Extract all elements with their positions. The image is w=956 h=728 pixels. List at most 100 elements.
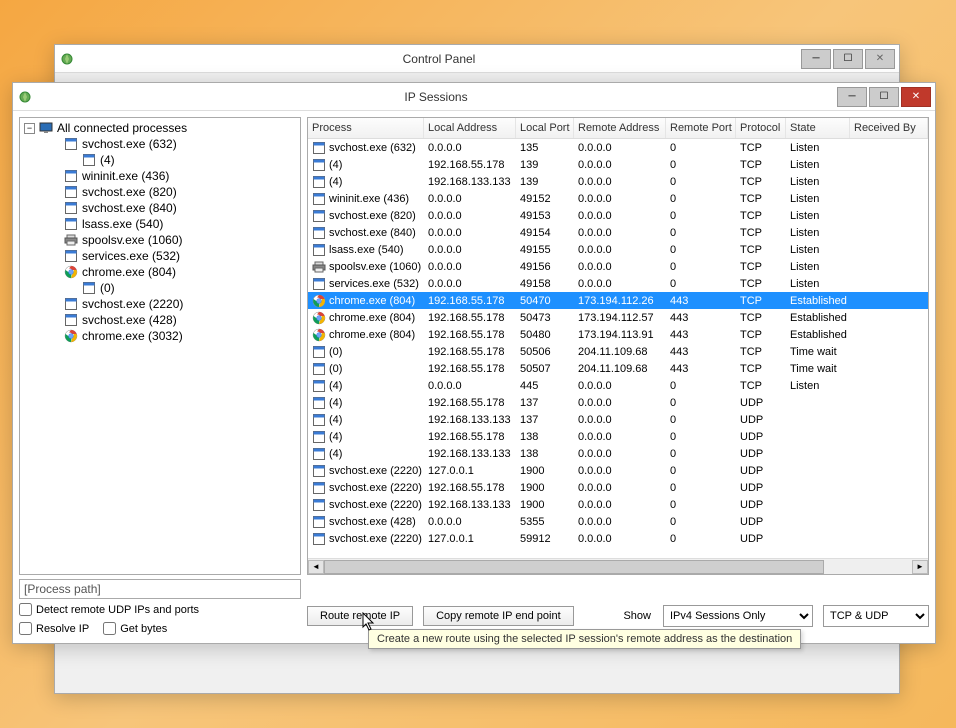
col-local-address[interactable]: Local Address (424, 118, 516, 138)
show-label: Show (623, 610, 651, 622)
cell-protocol: UDP (736, 465, 786, 477)
collapse-icon[interactable]: − (24, 123, 35, 134)
tree-item[interactable]: (0) (22, 280, 298, 296)
protocol-select[interactable]: TCP & UDP (823, 605, 929, 627)
table-row[interactable]: svchost.exe (2220)192.168.133.13319000.0… (308, 496, 928, 513)
table-row[interactable]: lsass.exe (540)0.0.0.0491550.0.0.00TCPLi… (308, 241, 928, 258)
cell-protocol: TCP (736, 244, 786, 256)
table-row[interactable]: (4)192.168.55.1781370.0.0.00UDP (308, 394, 928, 411)
cell-state: Listen (786, 142, 850, 154)
cell-process: chrome.exe (804) (308, 294, 424, 308)
tree-item[interactable]: svchost.exe (840) (22, 200, 298, 216)
tree-item[interactable]: (4) (22, 152, 298, 168)
table-row[interactable]: svchost.exe (840)0.0.0.0491540.0.0.00TCP… (308, 224, 928, 241)
app-icon (312, 243, 326, 257)
maximize-button[interactable]: ☐ (833, 49, 863, 69)
table-row[interactable]: chrome.exe (804)192.168.55.17850473173.1… (308, 309, 928, 326)
col-process[interactable]: Process (308, 118, 424, 138)
table-row[interactable]: svchost.exe (2220)127.0.0.1599120.0.0.00… (308, 530, 928, 547)
scroll-left-button[interactable]: ◄ (308, 560, 324, 574)
cell-local-address: 192.168.55.178 (424, 295, 516, 307)
scroll-track[interactable] (324, 560, 912, 574)
table-row[interactable]: (4)192.168.55.1781380.0.0.00UDP (308, 428, 928, 445)
col-remote-port[interactable]: Remote Port (666, 118, 736, 138)
tree-item[interactable]: spoolsv.exe (1060) (22, 232, 298, 248)
cell-remote-port: 0 (666, 176, 736, 188)
table-row[interactable]: chrome.exe (804)192.168.55.17850470173.1… (308, 292, 928, 309)
table-row[interactable]: spoolsv.exe (1060)0.0.0.0491560.0.0.00TC… (308, 258, 928, 275)
copy-remote-ip-button[interactable]: Copy remote IP end point (423, 606, 574, 626)
cell-state: Listen (786, 278, 850, 290)
table-row[interactable]: (4)0.0.0.04450.0.0.00TCPListen (308, 377, 928, 394)
cell-protocol: UDP (736, 516, 786, 528)
maximize-button[interactable]: ☐ (869, 87, 899, 107)
cell-remote-address: 173.194.112.57 (574, 312, 666, 324)
control-panel-titlebar[interactable]: Control Panel ─ ☐ ✕ (55, 45, 899, 73)
scroll-thumb[interactable] (324, 560, 824, 574)
chrome-icon (64, 265, 78, 279)
resolve-ip-checkbox[interactable]: Resolve IP (19, 622, 89, 635)
table-row[interactable]: (4)192.168.55.1781390.0.0.00TCPListen (308, 156, 928, 173)
ip-sessions-titlebar[interactable]: IP Sessions ─ ☐ ✕ (13, 83, 935, 111)
cell-local-address: 0.0.0.0 (424, 516, 516, 528)
app-icon (312, 396, 326, 410)
minimize-button[interactable]: ─ (837, 87, 867, 107)
close-button[interactable]: ✕ (901, 87, 931, 107)
minimize-button[interactable]: ─ (801, 49, 831, 69)
table-row[interactable]: services.exe (532)0.0.0.0491580.0.0.00TC… (308, 275, 928, 292)
table-row[interactable]: svchost.exe (820)0.0.0.0491530.0.0.00TCP… (308, 207, 928, 224)
cell-protocol: UDP (736, 431, 786, 443)
table-row[interactable]: svchost.exe (2220)192.168.55.17819000.0.… (308, 479, 928, 496)
table-row[interactable]: (4)192.168.133.1331390.0.0.00TCPListen (308, 173, 928, 190)
close-button[interactable]: ✕ (865, 49, 895, 69)
tree-root-label: All connected processes (57, 121, 187, 135)
col-received-by[interactable]: Received By (850, 118, 928, 138)
process-tree[interactable]: − All connected processes svchost.exe (6… (19, 117, 301, 575)
cell-protocol: TCP (736, 193, 786, 205)
tree-item[interactable]: svchost.exe (820) (22, 184, 298, 200)
app-icon (64, 137, 78, 151)
cell-remote-address: 204.11.109.68 (574, 363, 666, 375)
table-row[interactable]: (4)192.168.133.1331380.0.0.00UDP (308, 445, 928, 462)
horizontal-scrollbar[interactable]: ◄ ► (308, 558, 928, 574)
col-local-port[interactable]: Local Port (516, 118, 574, 138)
route-remote-ip-button[interactable]: Route remote IP (307, 606, 413, 626)
tree-item[interactable]: svchost.exe (428) (22, 312, 298, 328)
tree-item[interactable]: svchost.exe (2220) (22, 296, 298, 312)
table-row[interactable]: wininit.exe (436)0.0.0.0491520.0.0.00TCP… (308, 190, 928, 207)
cell-process: svchost.exe (840) (308, 226, 424, 240)
table-row[interactable]: svchost.exe (428)0.0.0.053550.0.0.00UDP (308, 513, 928, 530)
get-bytes-checkbox[interactable]: Get bytes (103, 622, 167, 635)
cell-remote-port: 443 (666, 363, 736, 375)
tree-item[interactable]: chrome.exe (3032) (22, 328, 298, 344)
table-row[interactable]: svchost.exe (2220)127.0.0.119000.0.0.00U… (308, 462, 928, 479)
tree-item-label: chrome.exe (3032) (82, 329, 183, 343)
col-protocol[interactable]: Protocol (736, 118, 786, 138)
table-row[interactable]: chrome.exe (804)192.168.55.17850480173.1… (308, 326, 928, 343)
ip-version-select[interactable]: IPv4 Sessions Only (663, 605, 813, 627)
col-state[interactable]: State (786, 118, 850, 138)
cell-local-port: 49152 (516, 193, 574, 205)
table-row[interactable]: (0)192.168.55.17850506204.11.109.68443TC… (308, 343, 928, 360)
cell-state: Established (786, 329, 850, 341)
tree-root[interactable]: − All connected processes (22, 120, 298, 136)
table-row[interactable]: (0)192.168.55.17850507204.11.109.68443TC… (308, 360, 928, 377)
cell-remote-port: 0 (666, 397, 736, 409)
tree-item[interactable]: svchost.exe (632) (22, 136, 298, 152)
app-icon (312, 141, 326, 155)
table-row[interactable]: (4)192.168.133.1331370.0.0.00UDP (308, 411, 928, 428)
table-row[interactable]: svchost.exe (632)0.0.0.01350.0.0.00TCPLi… (308, 139, 928, 156)
app-icon (312, 158, 326, 172)
col-remote-address[interactable]: Remote Address (574, 118, 666, 138)
tree-item[interactable]: wininit.exe (436) (22, 168, 298, 184)
tree-item[interactable]: chrome.exe (804) (22, 264, 298, 280)
cell-local-port: 49155 (516, 244, 574, 256)
tree-item[interactable]: lsass.exe (540) (22, 216, 298, 232)
cell-local-port: 138 (516, 431, 574, 443)
scroll-right-button[interactable]: ► (912, 560, 928, 574)
table-body[interactable]: svchost.exe (632)0.0.0.01350.0.0.00TCPLi… (308, 139, 928, 558)
cell-state: Established (786, 295, 850, 307)
detect-udp-checkbox[interactable]: Detect remote UDP IPs and ports (19, 603, 199, 616)
tree-item[interactable]: services.exe (532) (22, 248, 298, 264)
cell-local-address: 192.168.55.178 (424, 397, 516, 409)
